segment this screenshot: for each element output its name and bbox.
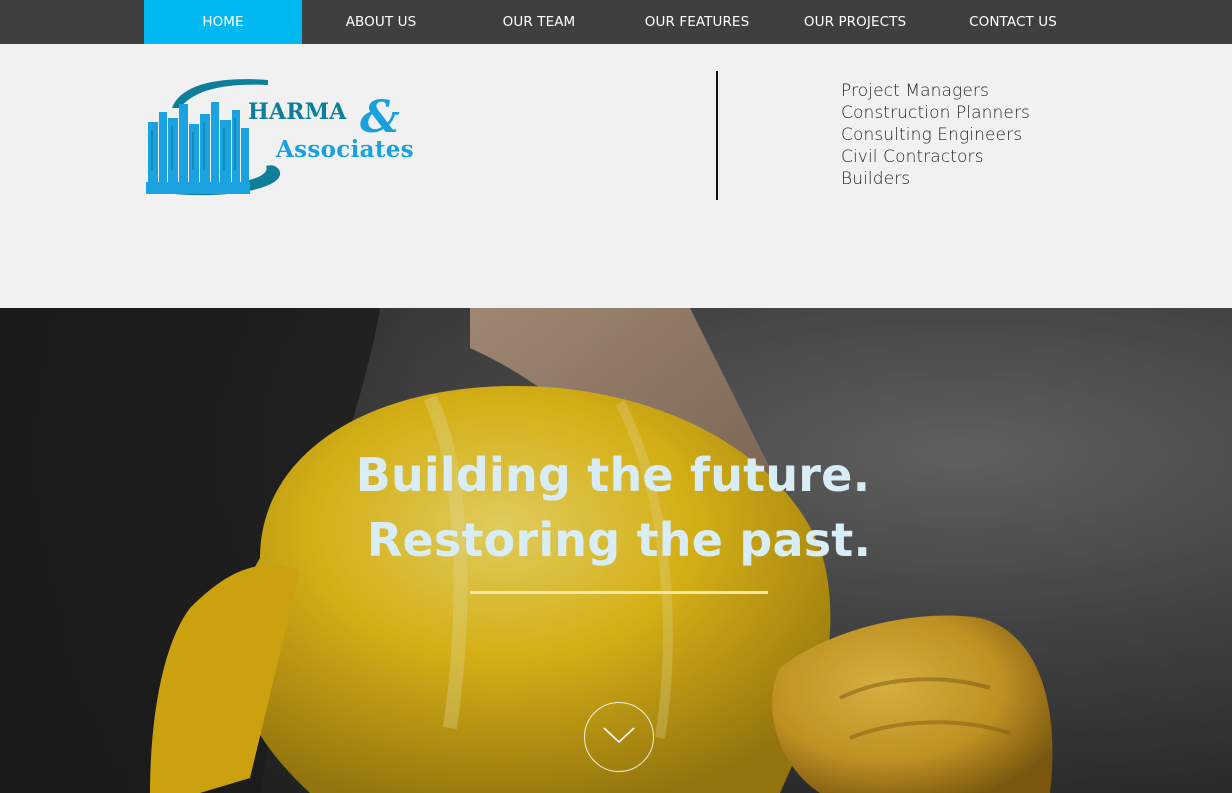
service-item: Consulting Engineers bbox=[841, 125, 1023, 145]
hero-underline bbox=[470, 591, 768, 594]
hero-heading-line-2: Restoring the past. bbox=[366, 513, 872, 567]
service-item: Project Managers bbox=[841, 81, 989, 101]
nav-our-features[interactable]: OUR FEATURES bbox=[618, 0, 776, 44]
site-header: & HARMA Associates Project Managers Cons… bbox=[0, 44, 1232, 308]
logo-text-associates: Associates bbox=[276, 136, 414, 163]
service-item: Construction Planners bbox=[841, 103, 1030, 123]
service-item: Civil Contractors bbox=[841, 147, 984, 167]
services-list: Project Managers Construction Planners C… bbox=[841, 80, 1030, 190]
company-logo[interactable]: & HARMA Associates bbox=[144, 74, 444, 200]
top-navigation: HOME ABOUT US OUR TEAM OUR FEATURES OUR … bbox=[0, 0, 1232, 44]
nav-our-team[interactable]: OUR TEAM bbox=[460, 0, 618, 44]
nav-contact-us[interactable]: CONTACT US bbox=[934, 0, 1092, 44]
hero-heading-line-1: Building the future. bbox=[355, 448, 871, 502]
nav-our-projects[interactable]: OUR PROJECTS bbox=[776, 0, 934, 44]
logo-text-harma: HARMA bbox=[248, 99, 347, 125]
scroll-down-button[interactable] bbox=[584, 702, 654, 772]
chevron-down-icon bbox=[603, 727, 635, 744]
service-item: Builders bbox=[841, 169, 911, 189]
nav-about-us[interactable]: ABOUT US bbox=[302, 0, 460, 44]
hero-banner: Building the future. Restoring the past. bbox=[0, 308, 1232, 793]
header-divider bbox=[716, 71, 718, 200]
nav-home[interactable]: HOME bbox=[144, 0, 302, 44]
